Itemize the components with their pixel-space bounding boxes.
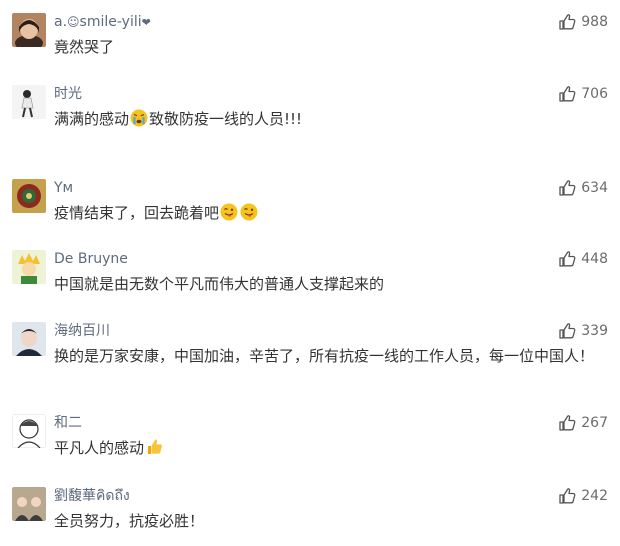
comment-text: 满满的感动 致敬防疫一线的人员!!!	[54, 109, 303, 128]
ghost-icon: ☺	[67, 15, 80, 29]
like-count: 634	[581, 180, 608, 196]
crying-face-icon	[130, 109, 148, 127]
comment-text: 疫情结束了，回去跪着吧	[54, 202, 599, 225]
like-button[interactable]: 448	[558, 250, 608, 268]
heart-icon: ❤	[141, 16, 151, 29]
thumbs-up-icon	[558, 487, 576, 505]
username[interactable]: Yм	[54, 179, 73, 197]
avatar[interactable]	[12, 414, 46, 448]
thumbs-up-icon	[558, 250, 576, 268]
thumbs-up-emoji-icon	[145, 438, 163, 456]
thumbs-up-icon	[558, 179, 576, 197]
like-button[interactable]: 634	[558, 179, 608, 197]
comment-text: 全员努力，抗疫必胜！	[54, 512, 205, 530]
avatar[interactable]	[12, 13, 46, 47]
thumbs-up-icon	[558, 414, 576, 432]
like-button[interactable]: 706	[558, 85, 608, 103]
like-count: 242	[581, 488, 608, 504]
username[interactable]: 海纳百川	[54, 322, 110, 340]
username[interactable]: a.☺smile-yili❤	[54, 13, 151, 32]
like-count: 988	[581, 14, 608, 30]
like-count: 706	[581, 86, 608, 102]
comment-text: 中国就是由无数个平凡而伟大的普通人支撑起来的	[54, 275, 385, 293]
like-count: 339	[581, 323, 608, 339]
like-button[interactable]: 339	[558, 322, 608, 340]
comment-text: 换的是万家安康，中国加油，辛苦了，所有抗疫一线的工作人员，每一位中国人！	[54, 347, 595, 365]
like-count: 448	[581, 251, 608, 267]
avatar[interactable]	[12, 487, 46, 521]
like-count: 267	[581, 415, 608, 431]
tongue-face-icon	[240, 203, 258, 221]
like-button[interactable]: 267	[558, 414, 608, 432]
like-button[interactable]: 242	[558, 487, 608, 505]
avatar[interactable]	[12, 250, 46, 284]
thumbs-up-icon	[558, 13, 576, 31]
like-button[interactable]: 988	[558, 13, 608, 31]
username[interactable]: De Bruyne	[54, 250, 128, 268]
tongue-face-icon	[220, 203, 238, 221]
username[interactable]: 时光	[54, 85, 82, 103]
thumbs-up-icon	[558, 85, 576, 103]
comment-text: 竟然哭了	[54, 38, 115, 56]
avatar[interactable]	[12, 179, 46, 213]
comment-text: 平凡人的感动	[54, 437, 599, 460]
thumbs-up-icon	[558, 322, 576, 340]
username[interactable]: 劉馥華คิดถึง	[54, 487, 130, 505]
avatar[interactable]	[12, 322, 46, 356]
username[interactable]: 和二	[54, 414, 82, 432]
avatar[interactable]	[12, 85, 46, 119]
